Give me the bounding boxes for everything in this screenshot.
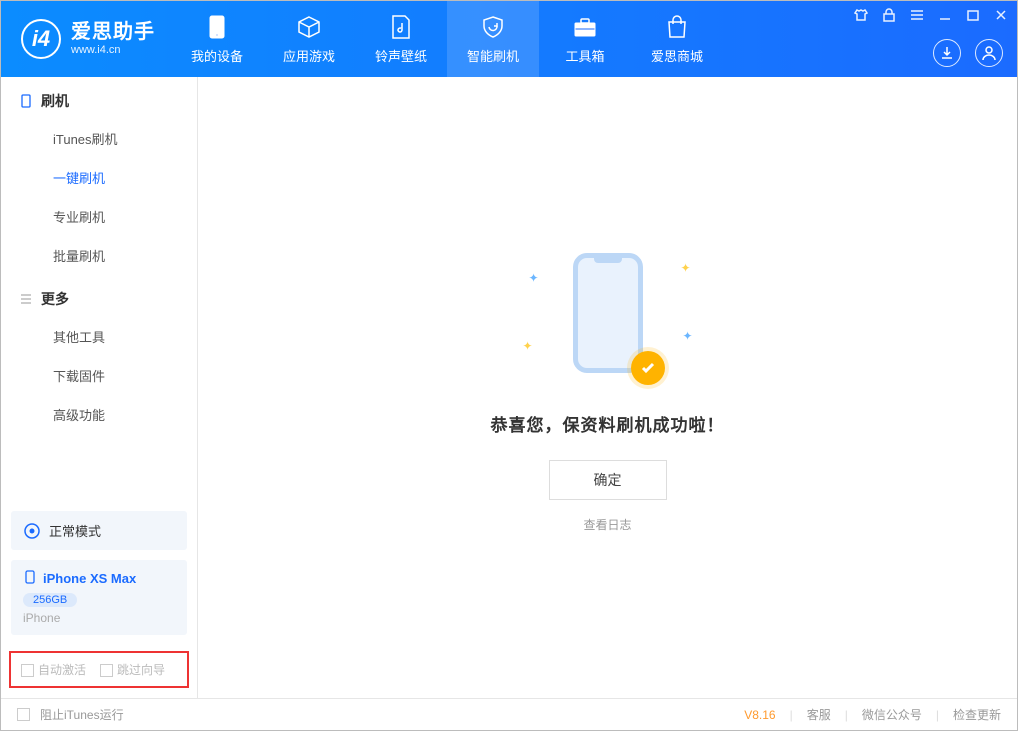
sparkle-icon: ✦ bbox=[680, 261, 690, 275]
check-badge-icon bbox=[631, 351, 665, 385]
tab-store[interactable]: 爱思商城 bbox=[631, 1, 723, 77]
device-icon bbox=[19, 94, 33, 108]
toolbox-icon bbox=[572, 14, 598, 40]
checkbox-icon[interactable] bbox=[17, 708, 30, 721]
sidebar-item-advanced[interactable]: 高级功能 bbox=[1, 395, 197, 434]
user-icon[interactable] bbox=[975, 39, 1003, 67]
app-name: 爱思助手 bbox=[71, 21, 155, 44]
block-itunes-label[interactable]: 阻止iTunes运行 bbox=[40, 706, 124, 723]
tab-flash[interactable]: 智能刷机 bbox=[447, 1, 539, 77]
device-name: iPhone XS Max bbox=[43, 571, 136, 586]
phone-icon bbox=[204, 14, 230, 40]
header-actions bbox=[933, 39, 1003, 67]
sidebar-group-more: 更多 bbox=[1, 275, 197, 317]
tab-label: 铃声壁纸 bbox=[375, 46, 427, 65]
refresh-shield-icon bbox=[480, 14, 506, 40]
tab-label: 爱思商城 bbox=[651, 46, 703, 65]
sidebar-item-onekey[interactable]: 一键刷机 bbox=[1, 158, 197, 197]
tab-label: 应用游戏 bbox=[283, 46, 335, 65]
device-kind: iPhone bbox=[23, 611, 175, 625]
main-pane: ✦ ✦ ✦ ✦ 恭喜您，保资料刷机成功啦！ 确定 查看日志 bbox=[198, 77, 1017, 698]
tab-apps[interactable]: 应用游戏 bbox=[263, 1, 355, 77]
flash-options: 自动激活 跳过向导 bbox=[9, 651, 189, 688]
tab-label: 智能刷机 bbox=[467, 46, 519, 65]
menu-icon[interactable] bbox=[909, 7, 925, 23]
list-icon bbox=[19, 292, 33, 306]
mode-panel[interactable]: 正常模式 bbox=[11, 511, 187, 550]
cube-icon bbox=[296, 14, 322, 40]
music-file-icon bbox=[388, 14, 414, 40]
window-controls bbox=[853, 7, 1009, 23]
opt-auto-activate[interactable]: 自动激活 bbox=[21, 661, 86, 678]
version-label: V8.16 bbox=[744, 708, 775, 722]
shirt-icon[interactable] bbox=[853, 7, 869, 23]
view-log-link[interactable]: 查看日志 bbox=[583, 516, 631, 533]
minimize-icon[interactable] bbox=[937, 7, 953, 23]
sidebar-item-firmware[interactable]: 下载固件 bbox=[1, 356, 197, 395]
check-update-link[interactable]: 检查更新 bbox=[953, 706, 1001, 723]
mode-icon bbox=[23, 522, 41, 540]
sparkle-icon: ✦ bbox=[682, 329, 692, 343]
logo-icon: i4 bbox=[21, 19, 61, 59]
wechat-link[interactable]: 微信公众号 bbox=[862, 706, 922, 723]
sidebar-item-itunes[interactable]: iTunes刷机 bbox=[1, 119, 197, 158]
success-illustration: ✦ ✦ ✦ ✦ bbox=[523, 243, 693, 393]
device-capacity: 256GB bbox=[23, 593, 77, 607]
bag-icon bbox=[664, 14, 690, 40]
opt-skip-guide[interactable]: 跳过向导 bbox=[100, 661, 165, 678]
download-icon[interactable] bbox=[933, 39, 961, 67]
sidebar-group-flash: 刷机 bbox=[1, 77, 197, 119]
success-message: 恭喜您，保资料刷机成功啦！ bbox=[491, 411, 725, 436]
phone-illustration bbox=[573, 253, 643, 373]
sidebar-item-othertools[interactable]: 其他工具 bbox=[1, 317, 197, 356]
main-tabs: 我的设备 应用游戏 铃声壁纸 智能刷机 工具箱 爱思商城 bbox=[171, 1, 723, 77]
mode-label: 正常模式 bbox=[49, 521, 101, 540]
logo: i4 爱思助手 www.i4.cn bbox=[1, 1, 171, 77]
sidebar-item-batch[interactable]: 批量刷机 bbox=[1, 236, 197, 275]
tab-ringtone[interactable]: 铃声壁纸 bbox=[355, 1, 447, 77]
group-title: 更多 bbox=[41, 289, 69, 309]
lock-icon[interactable] bbox=[881, 7, 897, 23]
status-bar: 阻止iTunes运行 V8.16 | 客服 | 微信公众号 | 检查更新 bbox=[1, 698, 1017, 730]
sparkle-icon: ✦ bbox=[529, 271, 539, 285]
sidebar-item-pro[interactable]: 专业刷机 bbox=[1, 197, 197, 236]
maximize-icon[interactable] bbox=[965, 7, 981, 23]
tab-label: 我的设备 bbox=[191, 46, 243, 65]
close-icon[interactable] bbox=[993, 7, 1009, 23]
group-title: 刷机 bbox=[41, 91, 69, 111]
sparkle-icon: ✦ bbox=[523, 339, 533, 353]
support-link[interactable]: 客服 bbox=[807, 706, 831, 723]
tab-toolbox[interactable]: 工具箱 bbox=[539, 1, 631, 77]
sidebar: 刷机 iTunes刷机 一键刷机 专业刷机 批量刷机 更多 其他工具 下载固件 … bbox=[1, 77, 198, 698]
body: 刷机 iTunes刷机 一键刷机 专业刷机 批量刷机 更多 其他工具 下载固件 … bbox=[1, 77, 1017, 698]
tab-label: 工具箱 bbox=[565, 46, 604, 65]
ok-button[interactable]: 确定 bbox=[549, 460, 667, 500]
checkbox-icon bbox=[21, 664, 34, 677]
tab-my-device[interactable]: 我的设备 bbox=[171, 1, 263, 77]
device-icon bbox=[23, 570, 37, 587]
app-site: www.i4.cn bbox=[71, 44, 155, 57]
title-bar: i4 爱思助手 www.i4.cn 我的设备 应用游戏 铃声壁纸 智能刷机 工具… bbox=[1, 1, 1017, 77]
device-panel[interactable]: iPhone XS Max 256GB iPhone bbox=[11, 560, 187, 635]
checkbox-icon bbox=[100, 664, 113, 677]
